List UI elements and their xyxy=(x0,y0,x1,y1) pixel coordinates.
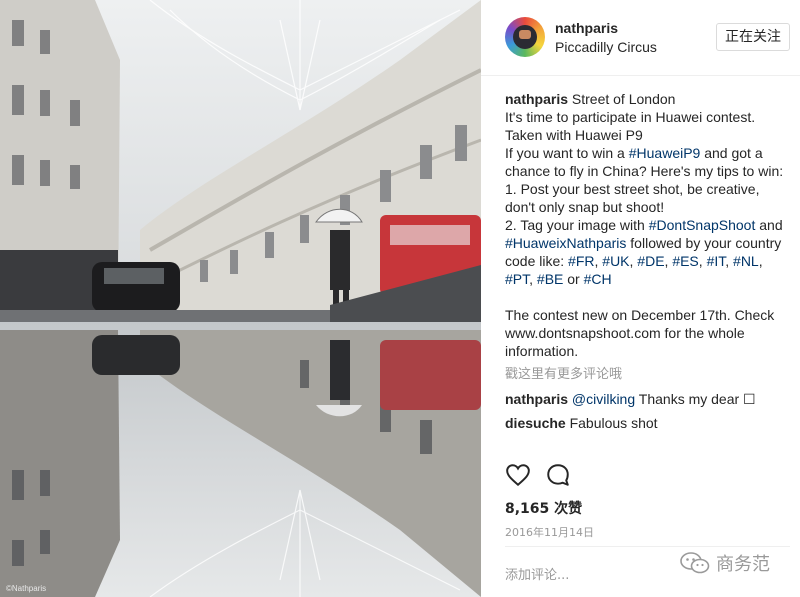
hashtag-link[interactable]: #PT xyxy=(505,271,529,287)
watermark-text: 商务范 xyxy=(716,554,770,575)
hashtag-link[interactable]: #IT xyxy=(707,253,726,269)
post-date: 2016年11月14日 xyxy=(505,526,594,539)
caption-username[interactable]: nathparis xyxy=(505,91,568,107)
post-side-panel: nathparis Piccadilly Circus 正在关注 nathpar… xyxy=(481,0,800,597)
street-reflection-image xyxy=(0,0,481,597)
caption-tip-1: 1. Post your best street shot, be creati… xyxy=(505,181,764,215)
hashtag-link[interactable]: #NL xyxy=(733,253,759,269)
separator: , xyxy=(529,271,537,287)
add-comment-input[interactable]: 添加评论... xyxy=(505,564,569,583)
caption-tip2-pre: 2. Tag your image with xyxy=(505,217,649,233)
caption-closing: The contest new on December 17th. Check … xyxy=(505,307,779,359)
post-photo[interactable]: ©Nathparis xyxy=(0,0,481,597)
hashtag-link[interactable]: #UK xyxy=(602,253,629,269)
separator: , xyxy=(698,253,707,269)
comment-item: nathparis @civilking Thanks my dear ☐ xyxy=(505,390,790,408)
hashtag-link[interactable]: #ES xyxy=(672,253,698,269)
separator: or xyxy=(563,271,584,287)
divider xyxy=(505,546,790,547)
comment-username[interactable]: nathparis xyxy=(505,391,568,407)
wechat-icon xyxy=(680,552,710,574)
hashtag-link[interactable]: #DontSnapShoot xyxy=(649,217,756,233)
separator: , xyxy=(725,253,734,269)
header-location[interactable]: Piccadilly Circus xyxy=(555,39,657,55)
caption-title: Street of London xyxy=(571,91,676,107)
comment-text: Thanks my dear ☐ xyxy=(635,391,756,407)
comment-username[interactable]: diesuche xyxy=(505,415,566,431)
separator: , xyxy=(758,253,767,269)
hashtag-link[interactable]: #BE xyxy=(537,271,563,287)
caption-line-1: It's time to participate in Huawei conte… xyxy=(505,109,756,125)
header-username[interactable]: nathparis xyxy=(555,20,618,36)
comment-text: Fabulous shot xyxy=(565,415,658,431)
caption-line-2: Taken with Huawei P9 xyxy=(505,127,643,143)
comment-mention[interactable]: @civilking xyxy=(572,391,635,407)
hashtag-link[interactable]: #DE xyxy=(637,253,664,269)
hashtag-link[interactable]: #HuaweiP9 xyxy=(629,145,701,161)
load-more-comments-link[interactable]: 戳这里有更多评论哦 xyxy=(505,366,790,384)
caption-tip2-mid: and xyxy=(755,217,787,233)
hashtag-link[interactable]: #HuaweixNathparis xyxy=(505,235,626,251)
action-bar xyxy=(505,462,790,492)
caption-p1-pre: If you want to win a xyxy=(505,145,629,161)
caption: nathparis Street of London It's time to … xyxy=(505,90,790,360)
photo-credit: ©Nathparis xyxy=(6,584,47,593)
comments-list: nathparis Street of London It's time to … xyxy=(505,90,790,432)
heart-icon[interactable] xyxy=(505,462,531,488)
comment-item: diesuche Fabulous shot xyxy=(505,414,790,432)
post-header: nathparis Piccadilly Circus 正在关注 xyxy=(481,0,800,76)
hashtag-link[interactable]: #FR xyxy=(568,253,594,269)
speech-bubble-icon[interactable] xyxy=(545,462,571,488)
watermark: 商务范 xyxy=(680,551,770,575)
hashtag-link[interactable]: #CH xyxy=(584,271,612,287)
like-count[interactable]: 8,165 次赞 xyxy=(505,498,582,518)
following-button[interactable]: 正在关注 xyxy=(716,23,790,51)
avatar[interactable] xyxy=(505,17,545,57)
